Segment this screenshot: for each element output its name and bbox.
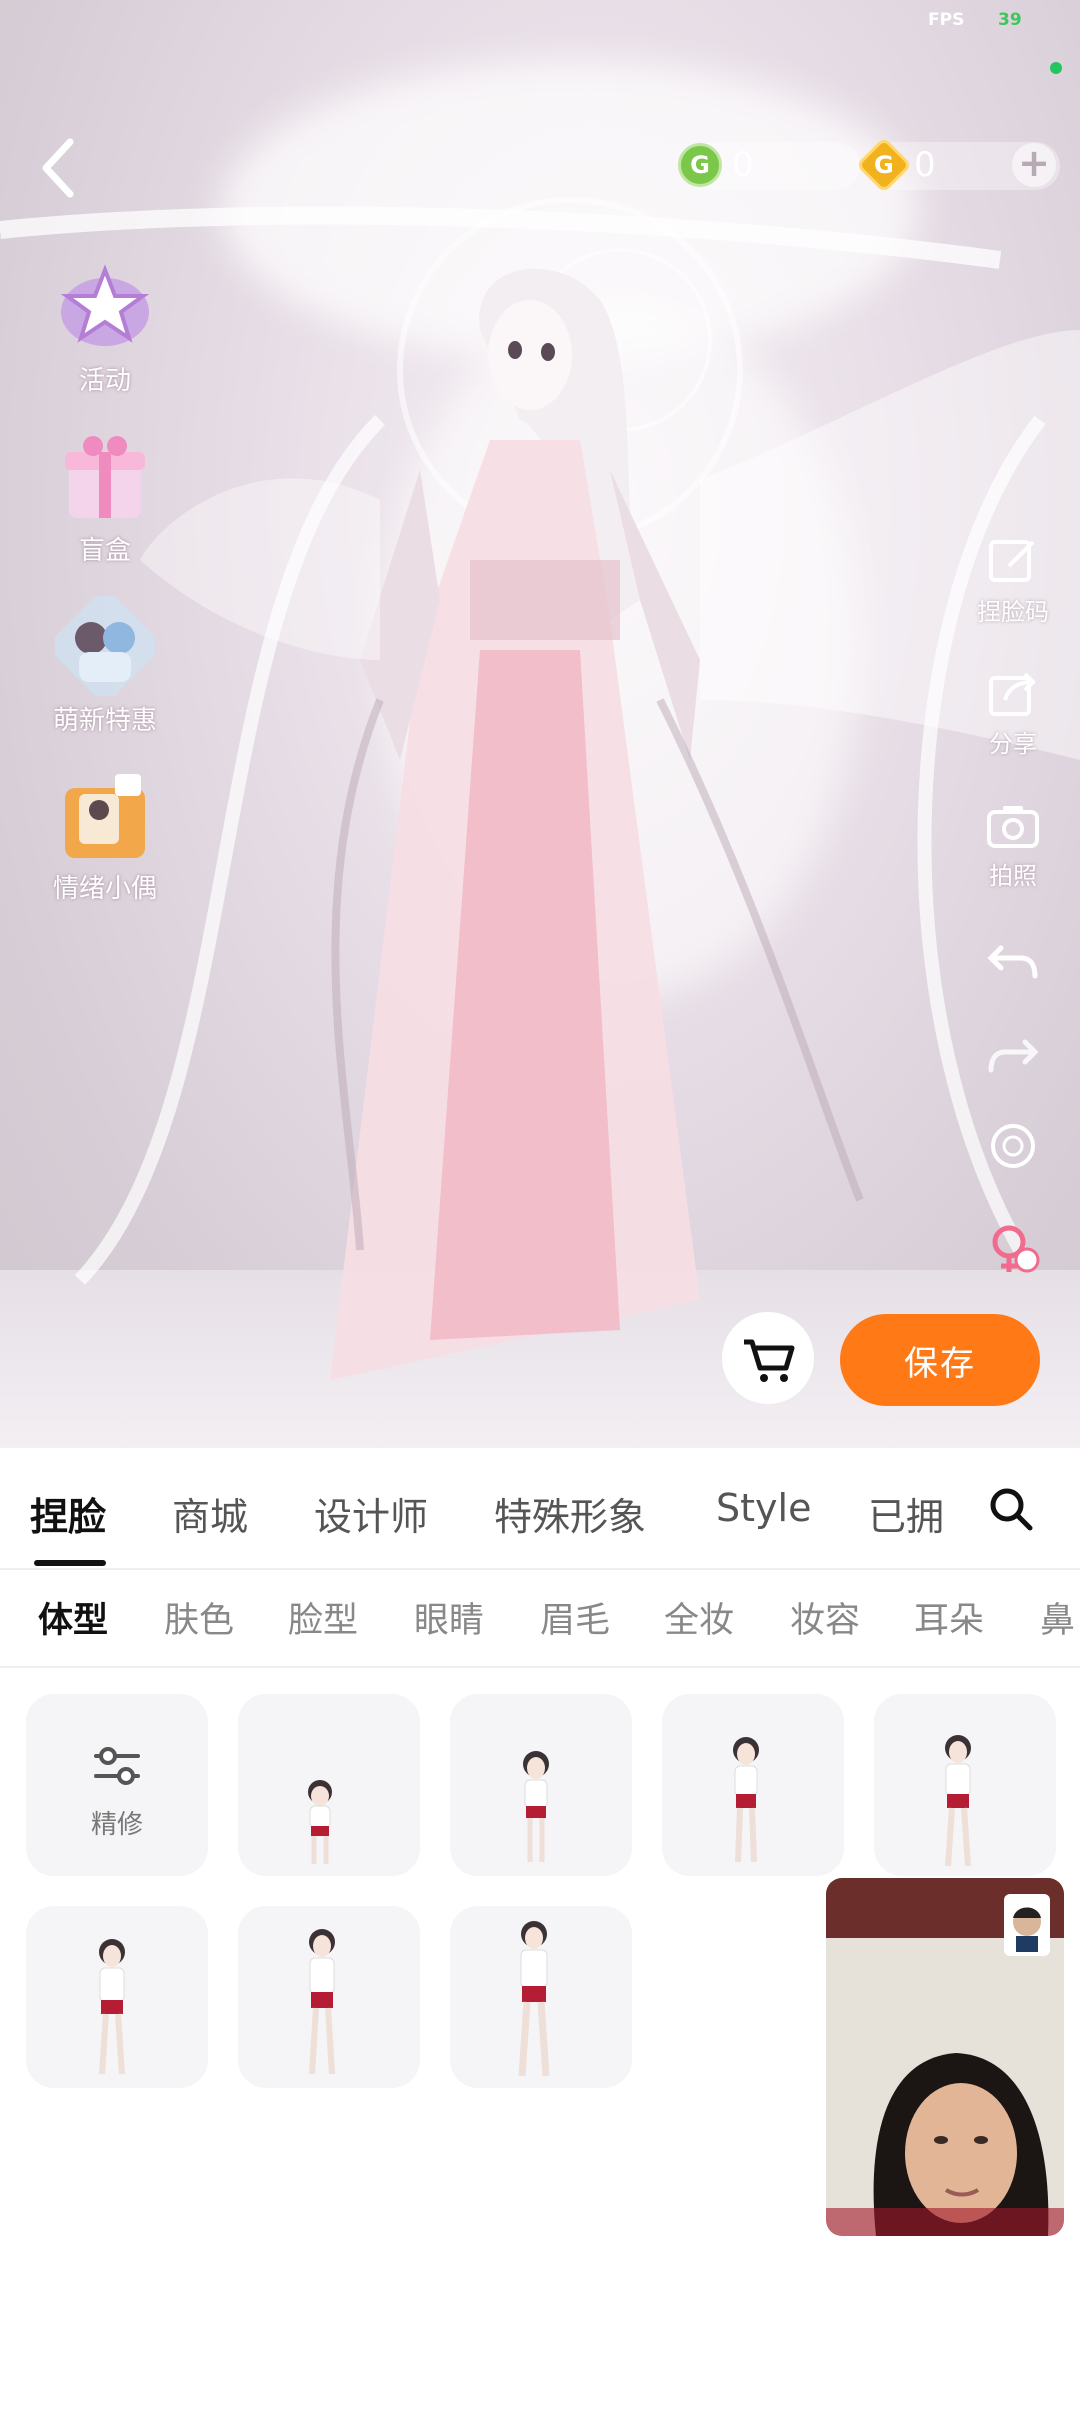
left-menu-newbie-deals[interactable]: 萌新特惠 <box>40 593 170 737</box>
g-coin-icon: G <box>678 143 722 187</box>
tab-style[interactable]: Style <box>716 1486 811 1530</box>
add-currency-button[interactable]: + <box>1012 143 1056 187</box>
fps-label: FPS <box>928 10 965 30</box>
face-code-label: 捏脸码 <box>977 598 1049 626</box>
app-root: FPS 39 G 0 G 0 + 活动 盲盒 萌新特惠 情绪小偶 捏脸码 分享 … <box>0 0 1080 2412</box>
subtab-makeup[interactable]: 妆容 <box>790 1592 860 1643</box>
left-menu-label: 萌新特惠 <box>52 706 157 736</box>
body-figure-image <box>309 1929 335 2075</box>
body-figure-image <box>733 1737 759 1863</box>
star-badge-icon <box>55 256 155 356</box>
status-dot <box>1050 62 1062 74</box>
left-menu-label: 盲盒 <box>78 536 131 566</box>
reset-icon <box>991 1124 1035 1168</box>
tab-active-indicator <box>34 1560 106 1566</box>
share-icon <box>989 672 1036 716</box>
left-menu-emotion-doll[interactable]: 情绪小偶 <box>40 764 170 905</box>
body-option-card[interactable] <box>874 1694 1056 1876</box>
cart-button[interactable] <box>722 1312 814 1404</box>
sliders-icon <box>94 1747 140 1785</box>
shopping-cart-icon <box>744 1339 795 1382</box>
subcategory-tabs: 体型 肤色 脸型 眼睛 眉毛 全妆 妆容 耳朵 鼻 <box>0 1570 1080 1666</box>
edit-box-icon <box>989 540 1035 582</box>
body-option-card[interactable] <box>238 1694 420 1876</box>
green-currency-value: 0 <box>732 145 754 185</box>
redo-icon <box>988 1039 1039 1073</box>
subtab-eyebrows[interactable]: 眉毛 <box>540 1592 610 1643</box>
avatar-scene[interactable]: FPS 39 G 0 G 0 + 活动 盲盒 萌新特惠 情绪小偶 捏脸码 分享 … <box>0 0 1080 1448</box>
left-menu-label: 活动 <box>78 366 131 396</box>
left-menu-label: 情绪小偶 <box>52 874 157 904</box>
undo-icon <box>987 945 1038 979</box>
undo-button[interactable] <box>968 936 1058 990</box>
left-menu-activity[interactable]: 活动 <box>40 256 170 397</box>
fps-value: 39 <box>998 10 1022 30</box>
share-button[interactable]: 分享 <box>968 668 1058 759</box>
tab-designer[interactable]: 设计师 <box>314 1486 428 1541</box>
photo-label: 拍照 <box>989 862 1037 890</box>
gold-currency-value: 0 <box>914 145 936 185</box>
tab-mall[interactable]: 商城 <box>172 1486 248 1541</box>
body-figure-image <box>945 1735 971 1867</box>
green-currency[interactable]: G 0 <box>678 140 754 190</box>
characters-icon <box>52 593 158 699</box>
body-option-card[interactable] <box>450 1906 632 2088</box>
subtab-nose[interactable]: 鼻 <box>1040 1592 1075 1643</box>
share-label: 分享 <box>989 730 1037 758</box>
camera-icon <box>987 806 1039 848</box>
video-call-window[interactable] <box>826 1878 1064 2236</box>
subtab-face-shape[interactable]: 脸型 <box>288 1592 358 1643</box>
subtab-full-makeup[interactable]: 全妆 <box>664 1592 734 1643</box>
left-menu-blind-box[interactable]: 盲盒 <box>40 426 170 567</box>
refine-card[interactable]: 精修 <box>26 1694 208 1876</box>
body-option-card[interactable] <box>26 1906 208 2088</box>
body-figure-image <box>99 1939 125 2075</box>
body-figure-image <box>308 1780 332 1864</box>
body-figure-image <box>523 1751 549 1862</box>
gold-currency[interactable]: G 0 <box>855 136 936 194</box>
save-button[interactable]: 保存 <box>840 1314 1040 1406</box>
back-button[interactable] <box>30 130 90 200</box>
figurine-box-icon <box>55 764 155 864</box>
category-tabs: 捏脸 商城 设计师 特殊形象 Style 已拥 <box>0 1448 1080 1568</box>
subtab-eyes[interactable]: 眼睛 <box>414 1592 484 1643</box>
refine-label: 精修 <box>90 1810 143 1840</box>
subtab-ears[interactable]: 耳朵 <box>914 1592 984 1643</box>
reset-button[interactable] <box>968 1120 1058 1174</box>
tab-face[interactable]: 捏脸 <box>30 1486 106 1541</box>
body-option-card[interactable] <box>238 1906 420 2088</box>
plus-icon: + <box>1018 141 1050 185</box>
photo-button[interactable]: 拍照 <box>968 800 1058 891</box>
tab-owned[interactable]: 已拥 <box>868 1486 944 1541</box>
body-figure-image <box>518 1921 550 2077</box>
search-icon <box>990 1488 1033 1531</box>
gift-box-icon <box>55 426 155 526</box>
subtab-body-shape[interactable]: 体型 <box>38 1592 108 1643</box>
search-button[interactable] <box>986 1484 1036 1534</box>
body-option-card[interactable] <box>662 1694 844 1876</box>
redo-button[interactable] <box>968 1030 1058 1084</box>
subtabs-divider <box>0 1666 1080 1668</box>
gold-coin-icon: G <box>855 136 913 194</box>
subtab-skin-color[interactable]: 肤色 <box>164 1592 234 1643</box>
face-code-button[interactable]: 捏脸码 <box>968 536 1058 627</box>
gender-swap-button[interactable] <box>968 1224 1058 1278</box>
video-feed-image <box>826 1878 1064 2236</box>
tab-special-image[interactable]: 特殊形象 <box>494 1486 646 1541</box>
gender-swap-icon <box>992 1225 1040 1273</box>
body-option-card[interactable] <box>450 1694 632 1876</box>
chevron-left-icon <box>42 138 74 198</box>
